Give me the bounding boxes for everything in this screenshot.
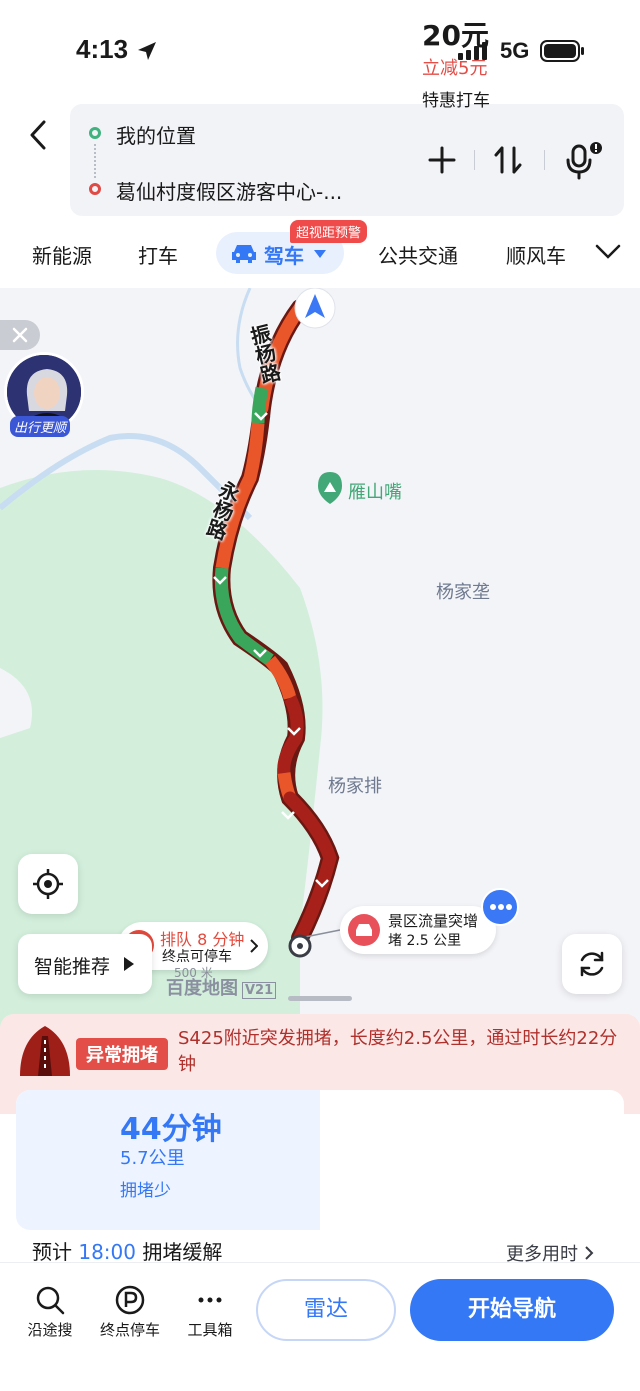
- network-type: 5G: [500, 38, 530, 63]
- close-assistant-button[interactable]: [0, 320, 40, 350]
- congestion-forecast: 预计 18:00 拥堵缓解: [32, 1240, 223, 1264]
- tab-new-energy[interactable]: 新能源: [32, 240, 92, 269]
- divider: [474, 150, 475, 170]
- status-time: 4:13: [76, 34, 129, 64]
- map-base: [0, 288, 342, 1028]
- road-label-zhenyang: 振杨路: [245, 322, 283, 387]
- divider: [544, 150, 545, 170]
- warning-badge: 超视距预警: [290, 220, 368, 243]
- queue-parking: 终点可停车: [162, 949, 232, 965]
- toolbox-button[interactable]: 工具箱: [170, 1285, 250, 1340]
- car-icon: [356, 924, 372, 936]
- locate-icon: [33, 869, 63, 899]
- drive-time: 44分钟: [120, 1112, 222, 1147]
- start-dot-icon: [89, 127, 101, 139]
- alert-text: S425附近突发拥堵，长度约2.5公里，通过时长约22分钟: [178, 1028, 618, 1075]
- drive-distance: 5.7公里: [120, 1148, 185, 1169]
- taxi-price: 20元: [422, 19, 489, 52]
- end-dot-icon: [89, 183, 101, 195]
- chevron-right-icon: [585, 1246, 594, 1260]
- road-jam-icon: [20, 1026, 70, 1076]
- parking-icon: [115, 1285, 145, 1315]
- status-bar: 4:13 5G: [0, 0, 640, 100]
- smart-recommend-button[interactable]: 智能推荐: [18, 934, 152, 994]
- route-connector: [94, 144, 96, 178]
- voice-input-icon[interactable]: [562, 142, 602, 182]
- taxi-label: 特惠打车: [422, 91, 490, 111]
- route-input-box: 我的位置 葛仙村度假区游客中心-...: [70, 104, 624, 216]
- assistant-caption: 出行更顺: [10, 416, 71, 437]
- more-icon: [198, 1297, 222, 1303]
- taxi-option-card[interactable]: [320, 1090, 624, 1230]
- map-view[interactable]: 振杨路 永杨路 雁山嘴 杨家垄 杨家排 出行更顺 排队 8 分钟 终点可停车 景…: [0, 288, 640, 1028]
- taxi-discount: 立减5元: [422, 58, 488, 79]
- tab-taxi[interactable]: 打车: [138, 240, 178, 269]
- place-label: 杨家排: [328, 776, 382, 797]
- close-icon: [12, 327, 28, 343]
- route-options: 44分钟 5.7公里 拥堵少: [16, 1090, 624, 1230]
- jam-length: 堵 2.5 公里: [388, 933, 462, 949]
- radar-button[interactable]: 雷达: [256, 1279, 396, 1341]
- caret-down-icon: [314, 250, 326, 258]
- origin-field[interactable]: 我的位置: [116, 120, 196, 149]
- jam-info-bubble[interactable]: 景区流量突增 堵 2.5 公里: [340, 906, 496, 954]
- tab-drive-label: 驾车: [264, 244, 304, 268]
- map-brand: 百度地图 V21: [166, 974, 277, 1000]
- battery-icon: [540, 40, 584, 62]
- bottom-action-bar: 沿途搜 终点停车 工具箱 雷达 开始导航: [0, 1262, 640, 1391]
- chevron-down-icon[interactable]: [594, 242, 622, 262]
- place-label: 杨家垄: [436, 582, 490, 603]
- drive-tag: 拥堵少: [120, 1181, 171, 1201]
- search-along-button[interactable]: 沿途搜: [10, 1285, 90, 1340]
- chat-bubble-button[interactable]: [481, 888, 519, 926]
- destination-field[interactable]: 葛仙村度假区游客中心-...: [116, 176, 342, 205]
- car-icon: [232, 245, 256, 263]
- add-waypoint-icon[interactable]: [424, 142, 460, 178]
- chevron-right-icon: [250, 939, 258, 953]
- poi-label[interactable]: 雁山嘴: [348, 478, 402, 504]
- drive-option-card[interactable]: 44分钟 5.7公里 拥堵少: [16, 1090, 320, 1230]
- smart-recommend-label: 智能推荐: [34, 956, 111, 978]
- play-arrow-icon: [124, 957, 134, 971]
- drag-handle[interactable]: [288, 996, 352, 1001]
- jam-reason: 景区流量突增: [388, 912, 479, 930]
- back-icon[interactable]: [24, 118, 54, 152]
- tab-carpool[interactable]: 顺风车: [506, 240, 566, 269]
- alert-tag: 异常拥堵: [76, 1038, 168, 1070]
- refresh-icon: [580, 951, 604, 977]
- locate-button[interactable]: [18, 854, 78, 914]
- chat-icon: [490, 904, 512, 910]
- swap-route-icon[interactable]: [490, 142, 526, 178]
- destination-parking-button[interactable]: 终点停车: [90, 1285, 170, 1340]
- refresh-route-button[interactable]: [562, 934, 622, 994]
- tab-public-transit[interactable]: 公共交通: [378, 240, 458, 269]
- road-label-yongyang: 永杨路: [201, 477, 243, 543]
- search-icon: [36, 1286, 65, 1315]
- location-arrow-icon: [138, 42, 156, 60]
- start-navigation-button[interactable]: 开始导航: [410, 1279, 614, 1341]
